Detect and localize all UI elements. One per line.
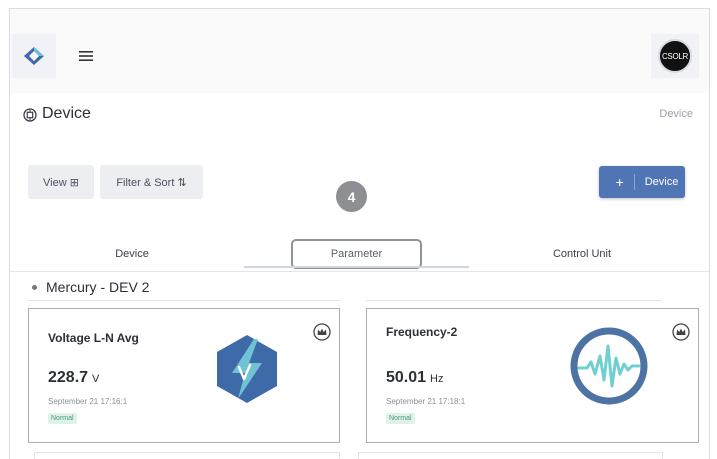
parameter-value: 50.01 Hz bbox=[386, 369, 444, 387]
plus-icon: + bbox=[606, 174, 635, 190]
parameter-name: Frequency-2 bbox=[386, 325, 458, 339]
status-badge: Normal bbox=[48, 413, 77, 424]
waveform-icon bbox=[570, 327, 648, 405]
chip-icon bbox=[23, 108, 37, 122]
parameter-unit: V bbox=[92, 373, 100, 385]
view-button[interactable]: View ⊞ bbox=[28, 165, 94, 199]
parameter-value-number: 50.01 bbox=[386, 369, 427, 386]
divider bbox=[10, 271, 709, 272]
page-title: Device bbox=[42, 105, 91, 122]
page-header: Device Device bbox=[10, 105, 709, 129]
card-row-separator bbox=[366, 300, 662, 301]
crown-icon[interactable] bbox=[313, 323, 331, 341]
card-stub bbox=[358, 452, 663, 459]
app-frame: CSOLR Device Device View ⊞ Filter & Sort… bbox=[9, 8, 710, 459]
breadcrumb[interactable]: Device bbox=[659, 108, 693, 120]
menu-button[interactable] bbox=[66, 34, 106, 78]
step-marker-badge: 4 bbox=[336, 181, 367, 212]
add-device-label: Device bbox=[644, 176, 679, 188]
tab-control-unit[interactable]: Control Unit bbox=[520, 239, 644, 269]
crown-icon[interactable] bbox=[672, 323, 690, 341]
parameter-timestamp: September 21 17:18:1 bbox=[386, 397, 466, 406]
device-group-label: Mercury - DEV 2 bbox=[46, 279, 150, 295]
card-stub bbox=[34, 452, 340, 459]
brand-logo[interactable] bbox=[12, 34, 56, 78]
bullet-icon bbox=[32, 284, 37, 290]
hamburger-menu-icon bbox=[79, 51, 93, 61]
card-row-separator bbox=[28, 300, 340, 301]
filter-sort-button[interactable]: Filter & Sort ⇅ bbox=[100, 165, 203, 199]
tab-device[interactable]: Device bbox=[72, 239, 192, 269]
parameter-unit: Hz bbox=[430, 373, 444, 385]
avatar[interactable]: CSOLR bbox=[658, 39, 692, 73]
tab-bar: Device Parameter Control Unit bbox=[10, 239, 709, 269]
parameter-card[interactable]: Voltage L-N Avg 228.7 V September 21 17:1… bbox=[28, 308, 340, 443]
brand-logo-icon bbox=[24, 47, 44, 65]
tab-parameter[interactable]: Parameter bbox=[291, 239, 422, 269]
status-badge: Normal bbox=[386, 413, 415, 424]
active-tab-indicator bbox=[244, 266, 469, 268]
parameter-timestamp: September 21 17:16:1 bbox=[48, 397, 128, 406]
parameter-value: 228.7 V bbox=[48, 369, 99, 387]
parameter-name: Voltage L-N Avg bbox=[48, 331, 139, 345]
parameter-value-number: 228.7 bbox=[48, 369, 89, 386]
voltage-bolt-icon bbox=[217, 335, 277, 403]
parameter-card[interactable]: Frequency-2 50.01 Hz September 21 17:18:1… bbox=[366, 308, 699, 443]
add-device-button[interactable]: + Device bbox=[599, 166, 685, 198]
top-bar: CSOLR bbox=[10, 9, 709, 93]
user-menu[interactable]: CSOLR bbox=[651, 34, 699, 78]
device-group-title: Mercury - DEV 2 bbox=[32, 279, 149, 295]
